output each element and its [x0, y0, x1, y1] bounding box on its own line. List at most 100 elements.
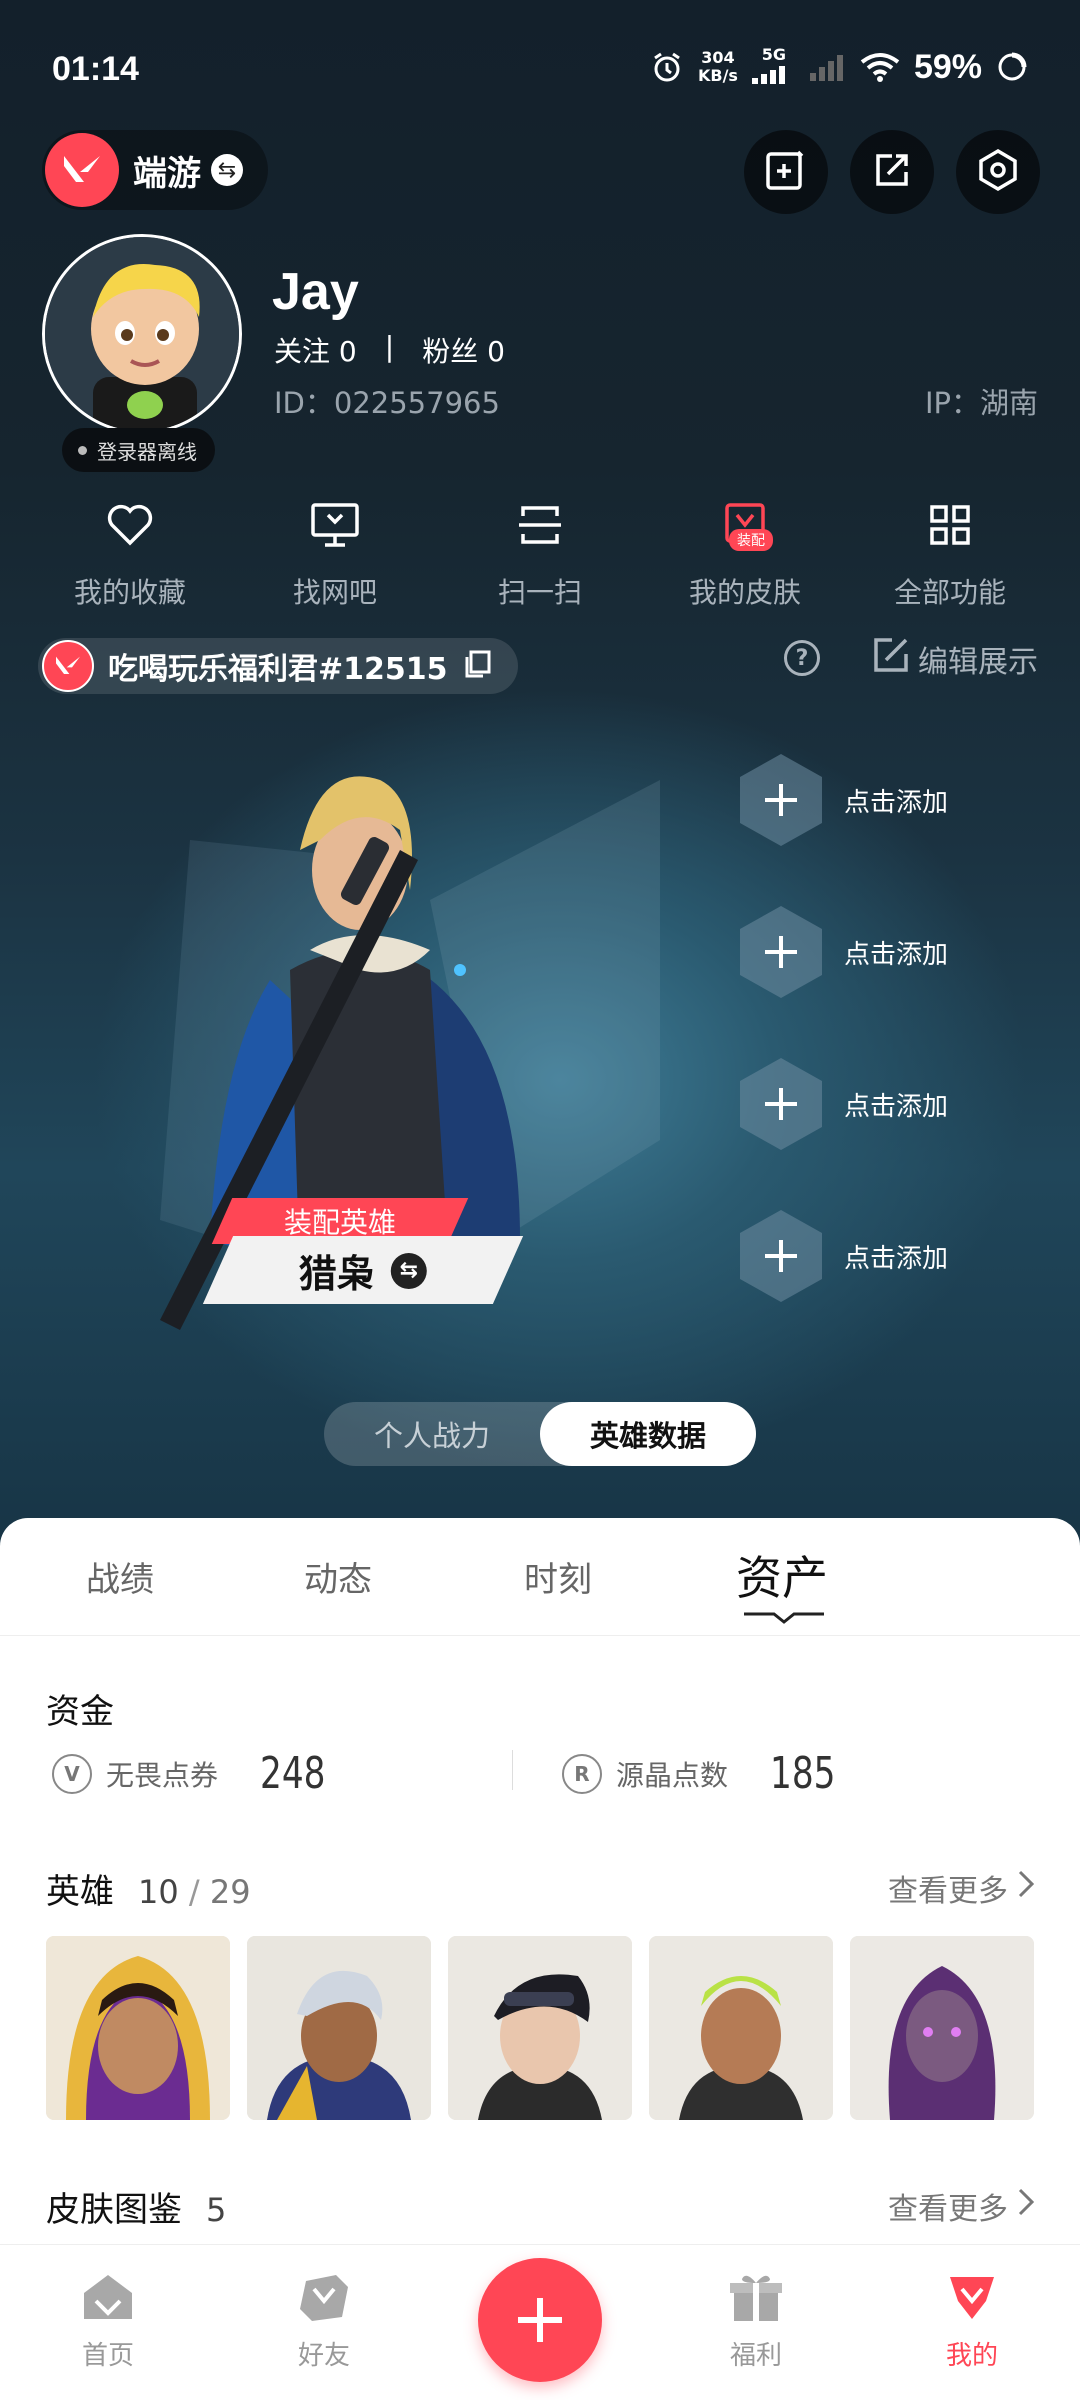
plus-icon	[740, 754, 822, 846]
hero-card[interactable]	[850, 1936, 1034, 2120]
hero-card[interactable]	[46, 1936, 230, 2120]
nav-me[interactable]: 我的	[912, 2271, 1032, 2372]
plus-icon	[740, 1058, 822, 1150]
hero-card[interactable]	[649, 1936, 833, 2120]
add-slot-1[interactable]: 点击添加	[740, 754, 948, 846]
equip-badge: 装配	[729, 529, 773, 551]
nav-benefits[interactable]: 福利	[696, 2271, 816, 2372]
swap-agent-icon: ⇆	[391, 1252, 427, 1288]
create-post-button[interactable]	[478, 2258, 602, 2382]
shortcut-scan[interactable]: 扫一扫	[440, 495, 640, 611]
plus-icon	[518, 2298, 562, 2342]
settings-hex-icon	[976, 148, 1020, 196]
hero-portrait-icon	[448, 1936, 632, 2120]
login-status: 登录器离线	[62, 428, 215, 472]
shortcut-row: 我的收藏 找网吧 扫一扫 装配 我的皮肤 全部功能	[30, 495, 1050, 611]
hero-portrait-icon	[46, 1936, 230, 2120]
hero-list	[46, 1936, 1034, 2120]
add-slot-3[interactable]: 点击添加	[740, 1058, 948, 1150]
game-name: 端游	[133, 153, 201, 194]
funds-divider	[512, 1750, 513, 1790]
hero-portrait-icon	[850, 1936, 1034, 2120]
fund-valorant-points: V 无畏点券 248	[52, 1748, 344, 1799]
hero-portrait-icon	[649, 1936, 833, 2120]
skins-count: 5	[206, 2191, 227, 2229]
plus-icon	[740, 906, 822, 998]
hero-portrait-icon	[247, 1936, 431, 2120]
shortcut-favorites[interactable]: 我的收藏	[30, 495, 230, 611]
following-stat[interactable]: 关注 0	[274, 330, 357, 370]
shortcut-my-skins[interactable]: 装配 我的皮肤	[645, 495, 845, 611]
nav-friends[interactable]: 好友	[264, 2271, 384, 2372]
status-time: 01:14	[52, 50, 139, 88]
skins-view-more[interactable]: 查看更多	[888, 2184, 1035, 2228]
edit-icon	[872, 636, 910, 682]
user-id: ID：022557965	[274, 386, 500, 420]
avatar-image	[45, 237, 239, 431]
username: Jay	[272, 263, 359, 321]
avatar[interactable]	[42, 234, 242, 434]
edit-display-button[interactable]: 编辑展示	[872, 636, 1038, 682]
add-slot-2[interactable]: 点击添加	[740, 906, 948, 998]
valorant-account-icon	[42, 640, 94, 692]
riot-account[interactable]: 吃喝玩乐福利君#12515	[38, 638, 518, 694]
skins-title: 皮肤图鉴 5	[46, 2190, 227, 2230]
heroes-view-more[interactable]: 查看更多	[888, 1866, 1035, 1910]
battery-percent: 59%	[913, 47, 982, 86]
data-toggle: 个人战力 英雄数据	[324, 1402, 756, 1466]
status-dot	[78, 445, 87, 455]
hero-card[interactable]	[247, 1936, 431, 2120]
status-bar: 01:14 304 KB/s 5G 59%	[0, 40, 1080, 104]
grid-icon	[920, 495, 980, 555]
agent-switch-button[interactable]: 猎枭 ⇆	[202, 1236, 524, 1304]
signal-weak-icon	[809, 53, 846, 81]
heroes-count: 10 / 29	[138, 1873, 251, 1911]
fund-radianite: R 源晶点数 185	[562, 1748, 854, 1799]
monitor-icon	[305, 495, 365, 555]
signal-5g: 5G	[751, 46, 796, 88]
add-slot-4[interactable]: 点击添加	[740, 1210, 948, 1302]
followers-stat[interactable]: 粉丝 0	[422, 330, 505, 370]
help-icon[interactable]: ?	[784, 640, 820, 676]
me-icon	[950, 2277, 994, 2319]
signal-bars-icon	[751, 66, 785, 84]
share-button[interactable]	[850, 130, 934, 214]
riot-id: 吃喝玩乐福利君#12515	[108, 652, 448, 687]
valorant-points-icon: V	[52, 1753, 92, 1794]
share-icon	[870, 148, 914, 196]
hero-card[interactable]	[448, 1936, 632, 2120]
network-speed: 304 KB/s	[697, 48, 738, 85]
plus-icon	[740, 1210, 822, 1302]
skin-icon: 装配	[715, 495, 775, 555]
follow-stats: 关注 0 | 粉丝 0	[274, 330, 505, 370]
friends-icon	[300, 2275, 348, 2321]
swap-icon: ⇆	[211, 154, 243, 186]
alarm-icon	[650, 50, 684, 84]
gift-icon	[730, 2275, 782, 2321]
radianite-icon: R	[562, 1753, 602, 1794]
toggle-agent-data[interactable]: 英雄数据	[540, 1402, 756, 1466]
shortcut-all-features[interactable]: 全部功能	[850, 495, 1050, 611]
nav-home[interactable]: 首页	[48, 2271, 168, 2372]
scan-icon	[510, 495, 570, 555]
tab-records[interactable]: 战绩	[86, 1552, 154, 1601]
shortcut-find-cafe[interactable]: 找网吧	[235, 495, 435, 611]
wifi-icon	[860, 52, 900, 82]
tab-feed[interactable]: 动态	[304, 1552, 372, 1601]
add-card-icon	[764, 148, 808, 196]
copy-icon[interactable]	[462, 649, 492, 683]
heroes-title: 英雄 10 / 29	[46, 1872, 251, 1912]
toggle-personal-power[interactable]: 个人战力	[324, 1402, 540, 1466]
funds-title: 资金	[46, 1692, 114, 1732]
tab-assets[interactable]: 资产	[736, 1542, 828, 1608]
add-post-button[interactable]	[744, 130, 828, 214]
chevron-right-icon	[1018, 1870, 1035, 1906]
status-right: 304 KB/s 5G 59%	[650, 46, 1028, 88]
game-switcher[interactable]: 端游 ⇆	[42, 130, 268, 210]
tab-moments[interactable]: 时刻	[524, 1552, 592, 1601]
tab-indicator	[744, 1612, 824, 1624]
settings-button[interactable]	[956, 130, 1040, 214]
stats-divider: |	[384, 330, 395, 363]
ip-location: IP：湖南	[924, 386, 1038, 420]
battery-icon	[996, 51, 1028, 83]
